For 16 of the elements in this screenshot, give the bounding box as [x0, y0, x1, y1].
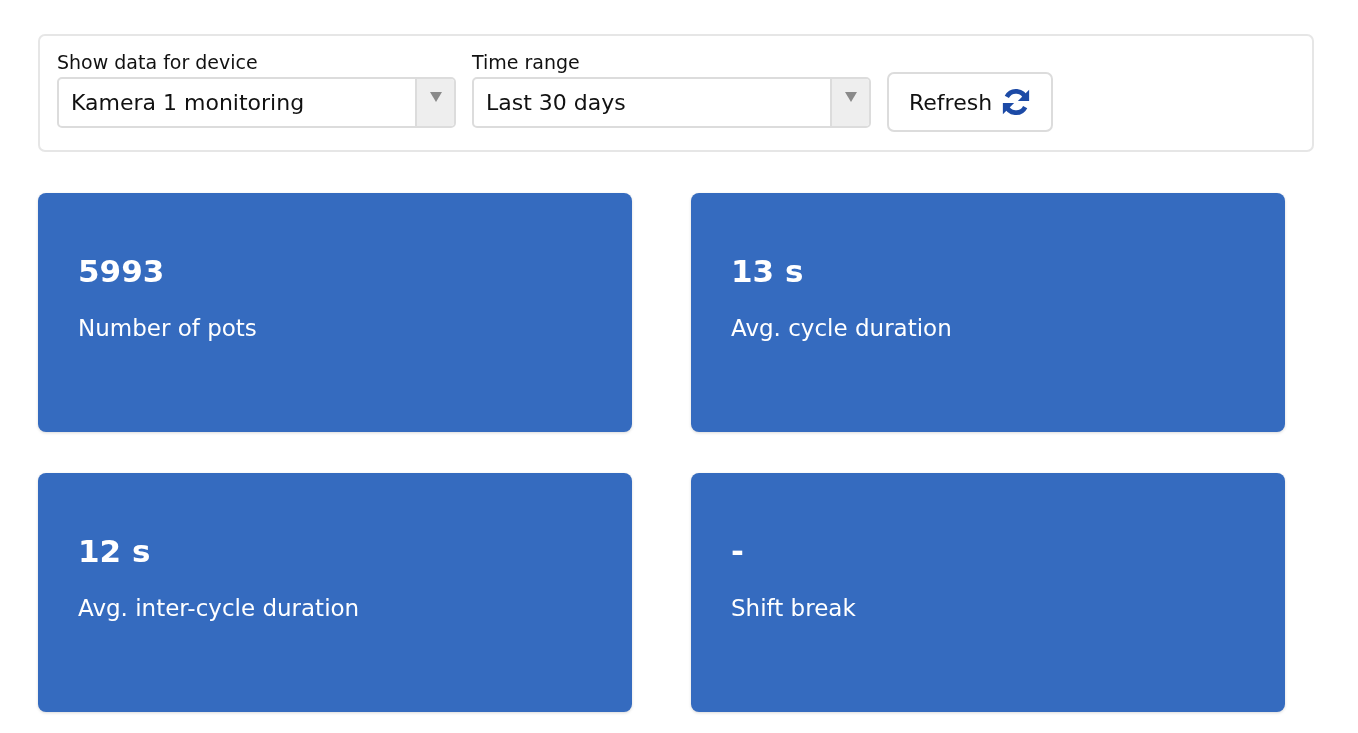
field-label: Time range — [472, 50, 580, 74]
stat-value: 5993 — [78, 252, 165, 291]
stat-label: Shift break — [731, 594, 856, 623]
field-label: Show data for device — [57, 50, 258, 74]
dropdown-select[interactable]: Last 30 days — [472, 77, 871, 128]
dropdown-select[interactable]: Kamera 1 monitoring — [57, 77, 456, 128]
refresh-icon — [1001, 87, 1032, 117]
stat-label: Avg. inter-cycle duration — [78, 594, 360, 623]
stat-value: - — [731, 532, 744, 571]
stat-value: 13 s — [731, 252, 804, 291]
stat-label: Number of pots — [78, 314, 257, 343]
stat-value: 12 s — [78, 532, 151, 571]
stat-label: Avg. cycle duration — [731, 314, 952, 343]
caret-icon — [429, 92, 442, 102]
refresh-button[interactable]: Refresh — [887, 72, 1054, 132]
caret-icon — [844, 92, 857, 102]
